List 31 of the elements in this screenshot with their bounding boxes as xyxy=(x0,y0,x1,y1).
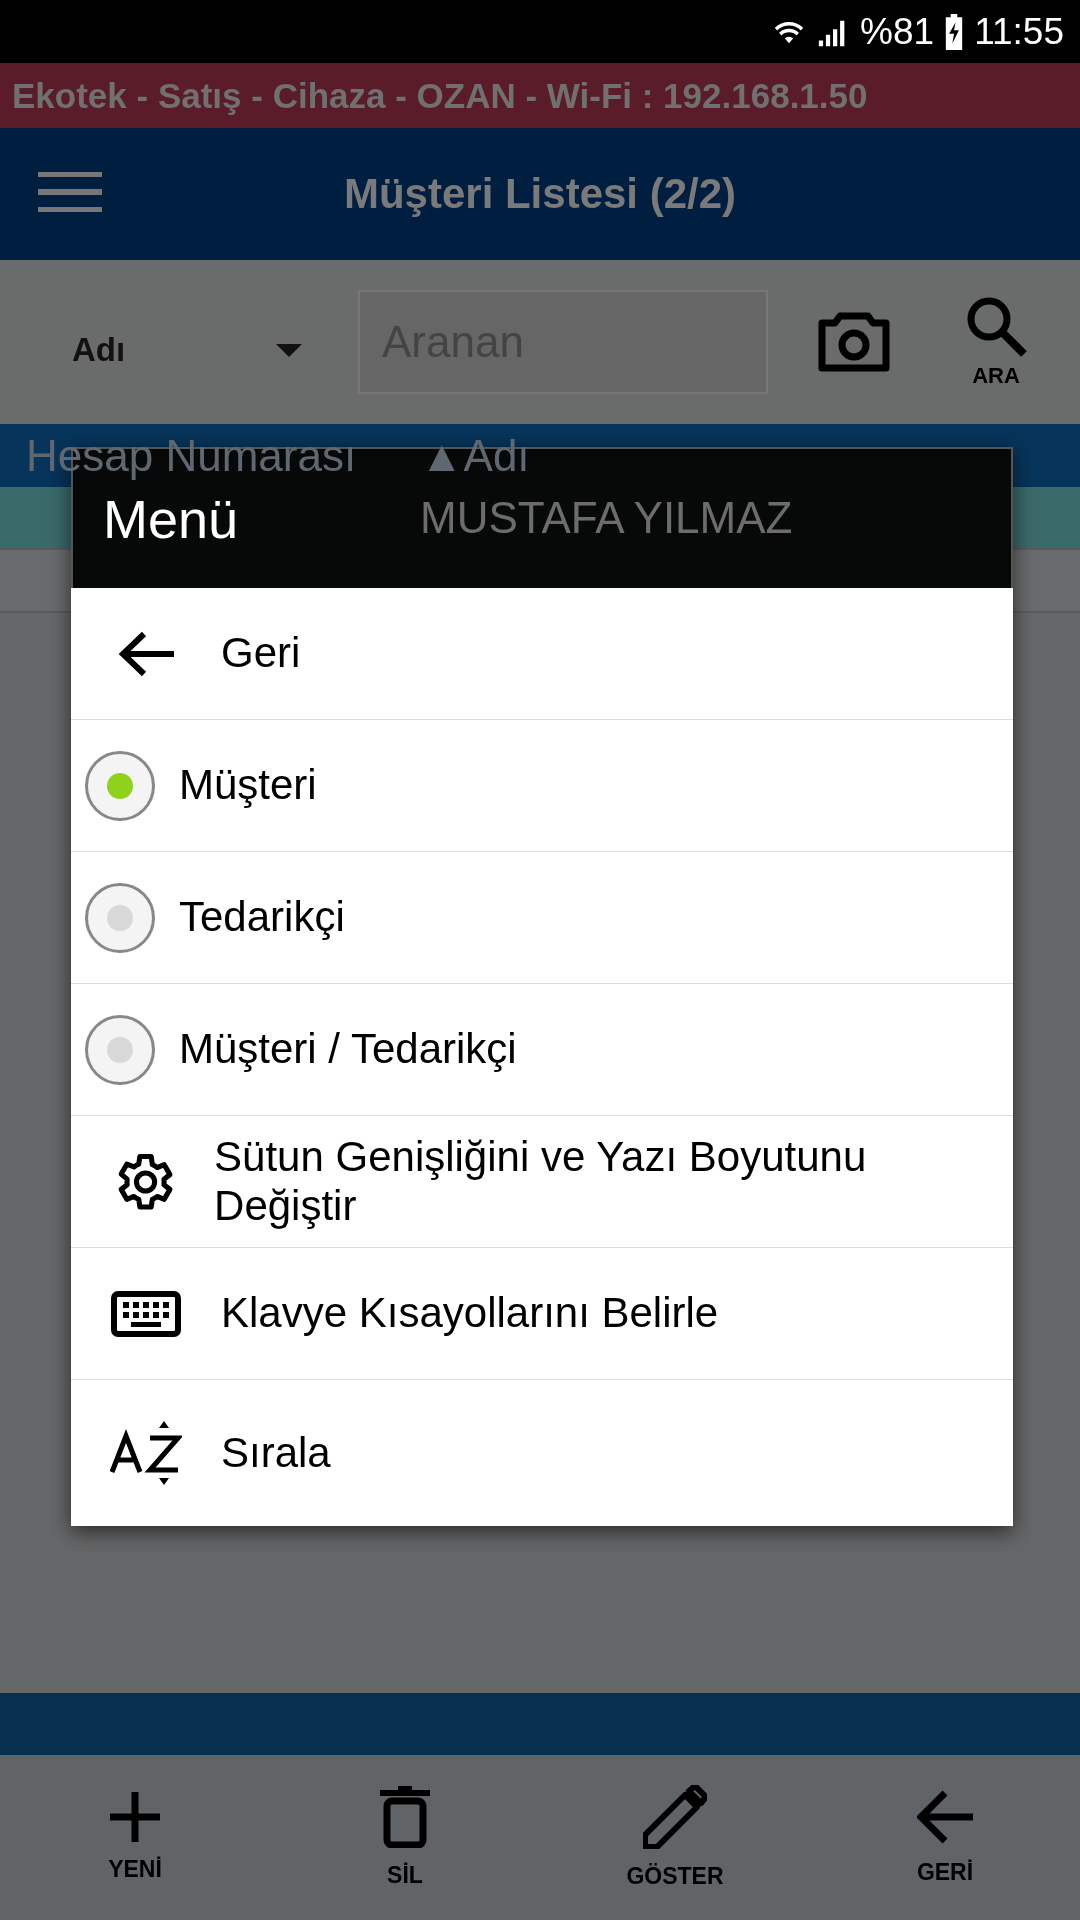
toolbar-button[interactable]: GÖSTER xyxy=(575,1784,775,1891)
back-arrow-icon xyxy=(917,1789,973,1845)
toolbar-button[interactable]: GERİ xyxy=(845,1788,1045,1887)
search-icon xyxy=(965,295,1027,357)
dialog-title: Menü xyxy=(103,487,239,550)
field-dropdown[interactable]: Adı xyxy=(72,331,302,369)
radio-option[interactable]: Müşteri xyxy=(71,720,1013,852)
dropdown-arrow-icon xyxy=(276,343,302,357)
menu-item[interactable]: Sırala xyxy=(71,1380,1013,1526)
menu-item[interactable]: Sütun Genişliğini ve Yazı Boyutunu Değiştir xyxy=(71,1116,1013,1248)
sort-az-icon xyxy=(110,1420,182,1486)
battery-charging-icon xyxy=(944,13,965,50)
toolbar-button[interactable]: YENİ xyxy=(35,1791,235,1884)
keyboard-icon xyxy=(111,1290,181,1337)
search-button[interactable]: ARA xyxy=(965,295,1027,389)
banner-text: Ekotek - Satış - Cihaza - OZAN - Wi-Fi : 192.168.1.50 xyxy=(12,75,868,116)
radio-option[interactable]: Müşteri / Tedarikçi xyxy=(71,984,1013,1116)
menu-item[interactable]: Klavye Kısayollarını Belirle xyxy=(71,1248,1013,1380)
trash-icon xyxy=(380,1786,430,1848)
camera-icon[interactable] xyxy=(818,312,890,372)
pencil-icon xyxy=(643,1785,707,1849)
menu-item[interactable]: Geri xyxy=(71,588,1013,720)
screen-title: Müşteri Listesi (2/2) xyxy=(343,170,737,218)
radio-option[interactable]: Tedarikçi xyxy=(71,852,1013,984)
plus-icon xyxy=(110,1792,160,1842)
battery-percent: %81 xyxy=(860,10,935,53)
menu-icon[interactable] xyxy=(38,172,102,212)
back-arrow-icon xyxy=(118,630,174,677)
toolbar-button[interactable]: SİL xyxy=(305,1785,505,1890)
clock: 11:55 xyxy=(974,10,1064,53)
customer-name: MUSTAFA YILMAZ xyxy=(420,492,793,543)
